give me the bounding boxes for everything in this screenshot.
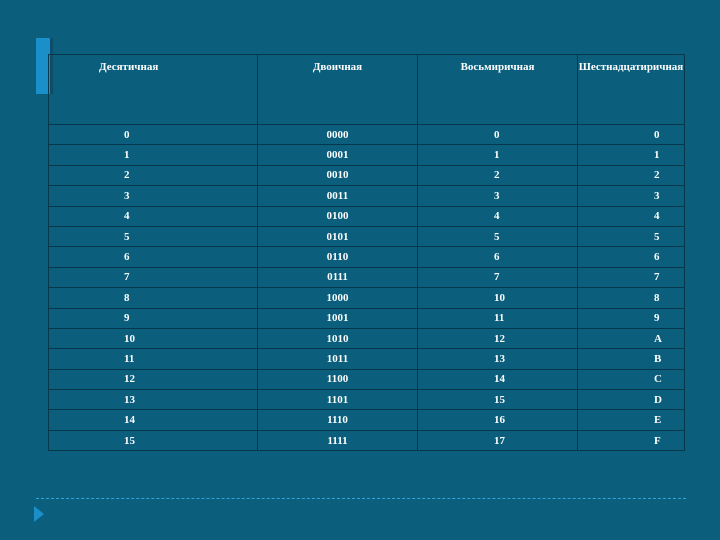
cell-binary: 1000 xyxy=(257,287,418,309)
cell-binary: 1011 xyxy=(257,348,418,370)
table-row: 7 0111 7 7 xyxy=(48,266,685,289)
cell-hexadecimal: C xyxy=(577,368,685,391)
cell-decimal: 4 xyxy=(48,205,258,227)
cell-decimal: 14 xyxy=(48,409,258,431)
table-row: 13 1101 15 D xyxy=(48,389,685,411)
cell-decimal: 10 xyxy=(48,327,258,350)
cell-decimal: 15 xyxy=(48,429,258,452)
cell-octal: 10 xyxy=(417,287,578,309)
cell-hexadecimal: D xyxy=(577,389,685,411)
table-row: 4 0100 4 4 xyxy=(48,205,685,227)
header-hexadecimal: Шестнадцатиричная xyxy=(577,54,685,125)
table-row: 12 1100 14 C xyxy=(48,368,685,391)
cell-hexadecimal: 8 xyxy=(577,287,685,309)
cell-binary: 0001 xyxy=(257,144,418,166)
table-row: 3 0011 3 3 xyxy=(48,185,685,207)
cell-binary: 0110 xyxy=(257,246,418,268)
header-decimal: Десятичная xyxy=(48,54,258,125)
cell-octal: 4 xyxy=(417,205,578,227)
cell-binary: 1100 xyxy=(257,368,418,391)
cell-octal: 11 xyxy=(417,307,578,329)
cell-octal: 2 xyxy=(417,164,578,187)
table-row: 1 0001 1 1 xyxy=(48,144,685,166)
header-binary: Двоичная xyxy=(257,54,418,125)
cell-binary: 0010 xyxy=(257,164,418,187)
cell-octal: 15 xyxy=(417,389,578,411)
cell-decimal: 8 xyxy=(48,287,258,309)
cell-binary: 0100 xyxy=(257,205,418,227)
cell-octal: 5 xyxy=(417,225,578,248)
table-row: 8 1000 10 8 xyxy=(48,287,685,309)
cell-decimal: 13 xyxy=(48,389,258,411)
cell-binary: 1001 xyxy=(257,307,418,329)
cell-hexadecimal: 9 xyxy=(577,307,685,329)
table-row: 14 1110 16 E xyxy=(48,409,685,431)
cell-octal: 12 xyxy=(417,327,578,350)
cell-decimal: 3 xyxy=(48,185,258,207)
cell-hexadecimal: 6 xyxy=(577,246,685,268)
cell-hexadecimal: 5 xyxy=(577,225,685,248)
cell-binary: 1010 xyxy=(257,327,418,350)
cell-hexadecimal: B xyxy=(577,348,685,370)
cell-decimal: 7 xyxy=(48,266,258,289)
cell-octal: 14 xyxy=(417,368,578,391)
header-octal: Восьмиричная xyxy=(417,54,578,125)
cell-hexadecimal: 0 xyxy=(577,123,685,146)
table-row: 5 0101 5 5 xyxy=(48,225,685,248)
cell-octal: 13 xyxy=(417,348,578,370)
cell-binary: 0011 xyxy=(257,185,418,207)
cell-binary: 1111 xyxy=(257,429,418,452)
cell-hexadecimal: 1 xyxy=(577,144,685,166)
cell-octal: 16 xyxy=(417,409,578,431)
table-row: 15 1111 17 F xyxy=(48,429,685,452)
cell-decimal: 0 xyxy=(48,123,258,146)
cell-octal: 0 xyxy=(417,123,578,146)
cell-decimal: 11 xyxy=(48,348,258,370)
cell-decimal: 9 xyxy=(48,307,258,329)
cell-hexadecimal: E xyxy=(577,409,685,431)
footer-divider xyxy=(36,498,686,499)
cell-hexadecimal: 4 xyxy=(577,205,685,227)
table-row: 11 1011 13 B xyxy=(48,348,685,370)
table-row: 9 1001 11 9 xyxy=(48,307,685,329)
cell-binary: 1101 xyxy=(257,389,418,411)
cell-decimal: 12 xyxy=(48,368,258,391)
table-header-row: Десятичная Двоичная Восьмиричная Шестнад… xyxy=(48,54,685,125)
cell-decimal: 5 xyxy=(48,225,258,248)
cell-hexadecimal: 7 xyxy=(577,266,685,289)
table-row: 0 0000 0 0 xyxy=(48,123,685,146)
table-row: 10 1010 12 A xyxy=(48,327,685,350)
cell-hexadecimal: 3 xyxy=(577,185,685,207)
cell-octal: 7 xyxy=(417,266,578,289)
cell-decimal: 1 xyxy=(48,144,258,166)
cell-octal: 17 xyxy=(417,429,578,452)
cell-binary: 0101 xyxy=(257,225,418,248)
cell-octal: 3 xyxy=(417,185,578,207)
table-row: 2 0010 2 2 xyxy=(48,164,685,187)
cell-binary: 1110 xyxy=(257,409,418,431)
cell-binary: 0000 xyxy=(257,123,418,146)
cell-octal: 6 xyxy=(417,246,578,268)
number-systems-table: Десятичная Двоичная Восьмиричная Шестнад… xyxy=(48,54,685,452)
cell-octal: 1 xyxy=(417,144,578,166)
cell-decimal: 6 xyxy=(48,246,258,268)
cell-hexadecimal: F xyxy=(577,429,685,452)
table-row: 6 0110 6 6 xyxy=(48,246,685,268)
cell-hexadecimal: 2 xyxy=(577,164,685,187)
cell-hexadecimal: A xyxy=(577,327,685,350)
cell-decimal: 2 xyxy=(48,164,258,187)
play-icon[interactable] xyxy=(34,506,44,522)
cell-binary: 0111 xyxy=(257,266,418,289)
